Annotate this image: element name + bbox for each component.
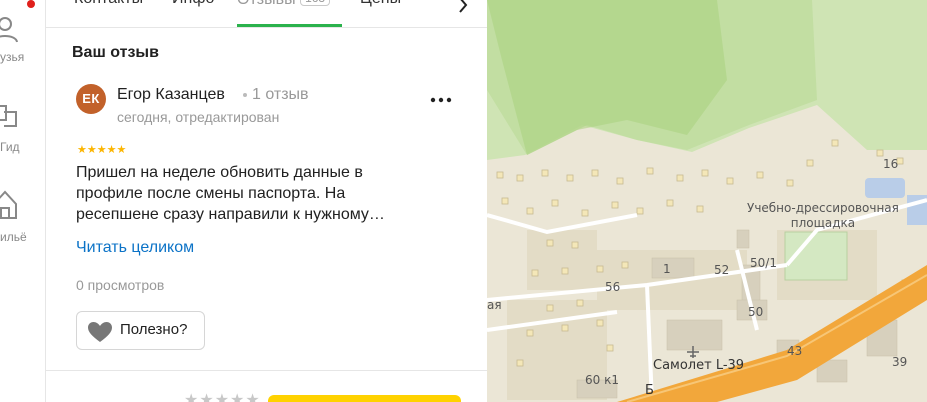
sidebar-item-label: Гид: [0, 140, 20, 154]
author-name[interactable]: Егор Казанцев: [117, 86, 225, 104]
reviews-count-badge: 163: [300, 0, 331, 6]
map-label-house-number: 43: [787, 344, 803, 358]
write-review-button[interactable]: [268, 395, 461, 402]
map-label-house-number: 56: [605, 280, 621, 294]
sidebar-item-friends[interactable]: узья: [0, 14, 46, 66]
map-label-line: Учебно-дрессировочная: [747, 201, 899, 215]
map-label-street: ая: [487, 298, 502, 312]
rate-stars-input[interactable]: ★★★★★: [184, 390, 261, 402]
housing-icon: [0, 190, 17, 219]
tab-info[interactable]: Инфо: [172, 0, 214, 8]
read-more-link[interactable]: Читать целиком: [76, 239, 194, 257]
map-label-house-number: 39: [892, 355, 908, 369]
map-label-house-number: 60 к1: [585, 373, 619, 387]
tab-contacts[interactable]: Контакты: [74, 0, 143, 8]
review-text-line: Пришел на неделе обновить данные в: [76, 164, 363, 181]
rating-stars: ★★★★★: [77, 144, 127, 156]
guide-icon: [0, 105, 17, 127]
review-text-line: профиле после смены паспорта. На: [76, 185, 346, 202]
divider: [46, 370, 487, 371]
map-label-house-number: 52: [714, 263, 730, 277]
review-text-line: ресепшене сразу направили к нужному…: [76, 206, 385, 223]
sidebar-item-guide[interactable]: Гид: [0, 100, 46, 156]
chevron-right-icon[interactable]: [454, 0, 474, 14]
tab-bar: Контакты Инфо Отзывы 163 Цены: [46, 0, 487, 28]
tab-reviews-label: Отзывы: [237, 0, 296, 8]
active-tab-indicator: [237, 24, 342, 27]
sidebar-item-label: узья: [0, 50, 25, 64]
map-label-house-number: 16: [883, 157, 899, 171]
sidebar-item-housing[interactable]: ильё: [0, 186, 46, 248]
more-options-icon[interactable]: [427, 90, 455, 110]
map-label-line: площадка: [790, 216, 856, 230]
views-count: 0 просмотров: [76, 277, 165, 293]
sidebar-item-label: ильё: [0, 230, 27, 244]
author-review-count: 1 отзыв: [252, 86, 309, 103]
section-title: Ваш отзыв: [72, 44, 159, 61]
friends-icon: [0, 17, 18, 43]
separator-dot: [243, 93, 247, 97]
useful-button-label: Полезно?: [120, 321, 188, 338]
organization-panel: Контакты Инфо Отзывы 163 Цены Ваш отзыв …: [46, 0, 487, 402]
heart-icon: [88, 322, 112, 342]
map-label-road: Б: [645, 383, 654, 398]
map[interactable]: Учебно-дрессировочная площадка Самолет L…: [487, 0, 927, 402]
tab-reviews[interactable]: Отзывы 163: [237, 0, 331, 9]
notification-dot: [27, 0, 35, 8]
avatar[interactable]: ЕК: [76, 84, 106, 114]
tab-prices[interactable]: Цены: [360, 0, 401, 8]
map-label-house-number: 50: [748, 305, 764, 319]
review-text: Пришел на неделе обновить данные в профи…: [76, 162, 446, 225]
map-label-house-number: 1: [663, 262, 671, 276]
review-date: сегодня, отредактирован: [117, 109, 280, 125]
map-label-house-number: 50/1: [750, 256, 777, 270]
map-label-plane[interactable]: Самолет L-39: [653, 358, 744, 373]
left-rail: узья Гид ильё: [0, 0, 46, 402]
useful-button[interactable]: Полезно?: [76, 311, 205, 350]
map-label-training-ground[interactable]: Учебно-дрессировочная площадка: [747, 201, 899, 231]
